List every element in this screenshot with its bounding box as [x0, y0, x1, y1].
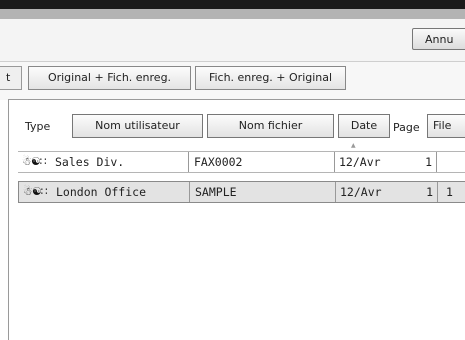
file-row-selected[interactable]: ☃☯∷ London Office SAMPLE 12/Avr 1 1 — [18, 181, 465, 203]
sort-by-file-extra-button[interactable]: File — [427, 114, 465, 138]
row-pages: 1 — [381, 182, 438, 202]
filter-tab-stored-plus-original[interactable]: Fich. enreg. + Original — [195, 66, 346, 90]
row-pages: 1 — [380, 152, 437, 172]
header-type: Type — [25, 120, 51, 133]
file-type-icons: ☃☯∷ — [23, 185, 48, 198]
sort-by-file-button[interactable]: Nom fichier — [207, 114, 334, 138]
sort-by-date-button[interactable]: Date — [338, 114, 390, 138]
row-file: FAX0002 — [188, 152, 242, 172]
row-date: 12/Avr — [334, 152, 381, 172]
row-user: Sales Div. — [55, 155, 125, 169]
status-strip — [0, 9, 465, 19]
filter-tab-original-plus-stored[interactable]: Original + Fich. enreg. — [28, 66, 191, 90]
sort-by-user-button[interactable]: Nom utilisateur — [72, 114, 203, 138]
toolbar — [0, 19, 465, 62]
header-page: Page — [393, 121, 420, 134]
row-date: 12/Avr — [335, 182, 382, 202]
row-extra: 1 — [446, 185, 453, 199]
sort-ascending-icon: ▲ — [351, 142, 356, 149]
file-type-icons: ☃☯∷ — [22, 155, 47, 168]
row-file: SAMPLE — [189, 182, 237, 202]
file-row[interactable]: ☃☯∷ Sales Div. FAX0002 12/Avr 1 — [18, 151, 465, 173]
filter-tab-partial[interactable]: t — [0, 66, 22, 90]
row-user: London Office — [56, 185, 147, 199]
title-bar — [0, 0, 465, 9]
cancel-button[interactable]: Annu — [412, 28, 465, 50]
